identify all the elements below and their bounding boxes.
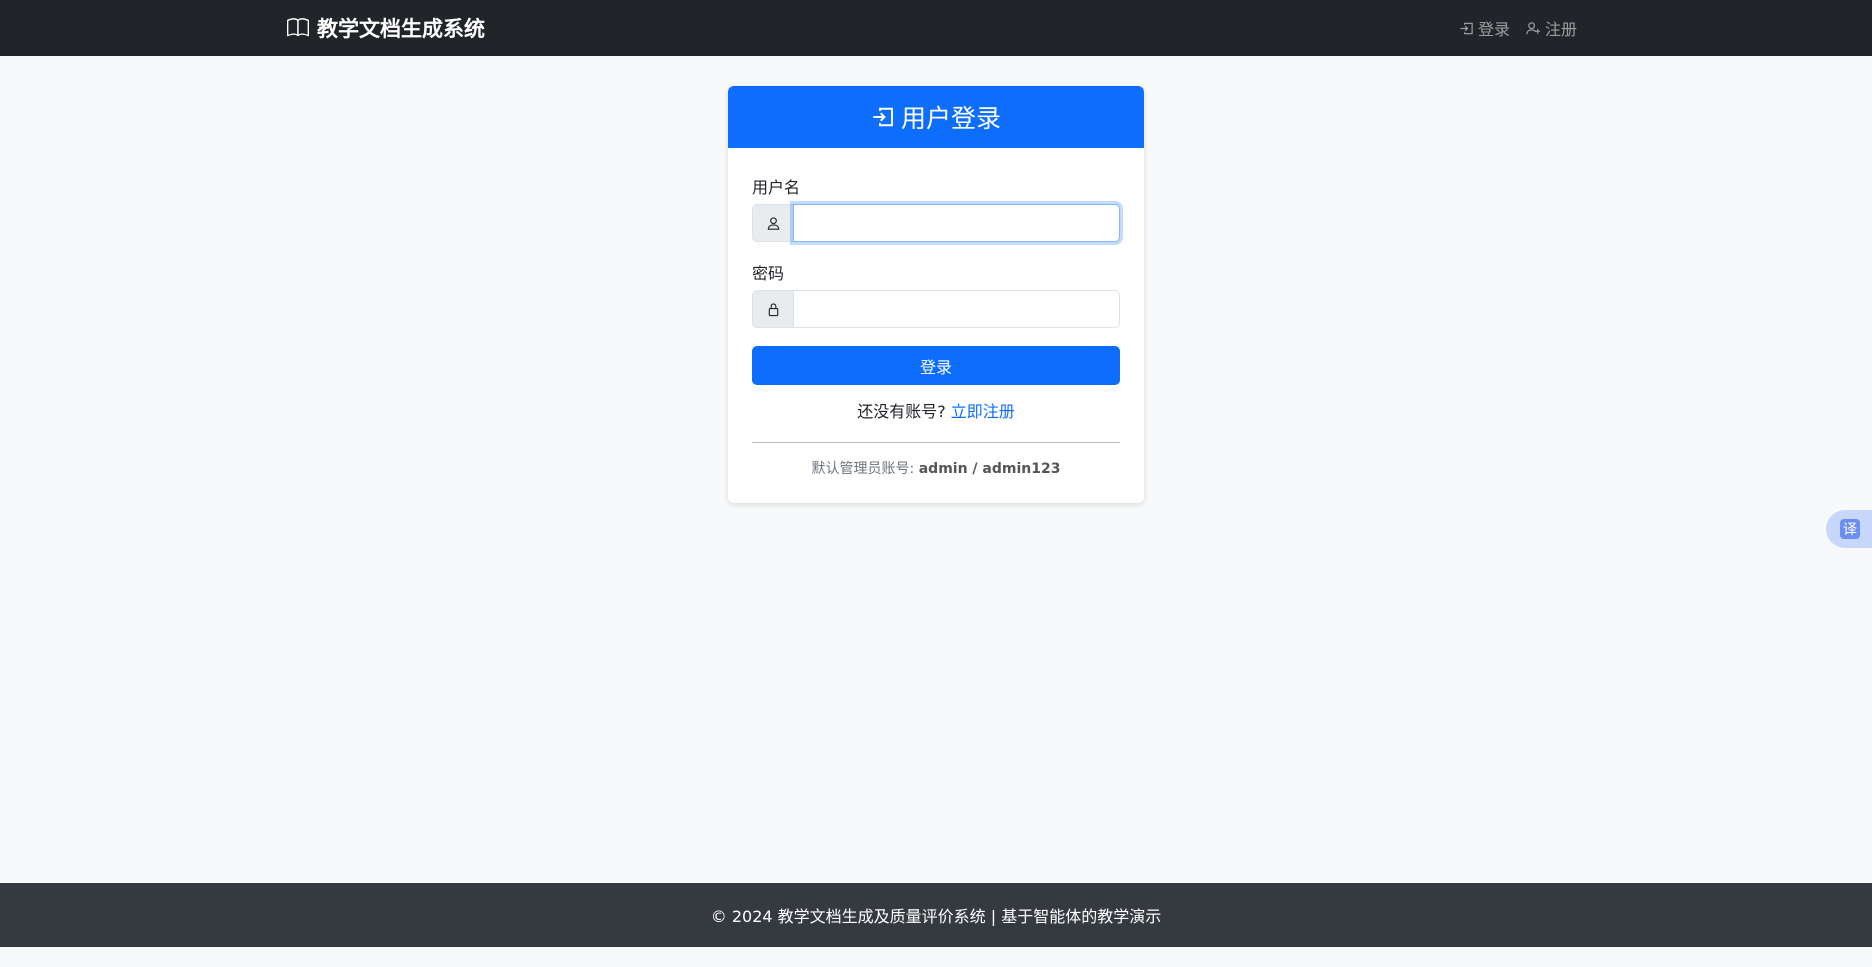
username-input[interactable]	[793, 204, 1120, 242]
password-addon	[752, 290, 793, 328]
login-button[interactable]: 登录	[752, 346, 1120, 385]
divider	[752, 442, 1120, 443]
nav-links: 登录 注册	[1459, 15, 1577, 41]
person-icon	[767, 216, 779, 230]
login-card: 用户登录 用户名 密码 登录 还没有账号? 立即注册 默认管理员账号: admi…	[728, 86, 1144, 503]
username-label: 用户名	[752, 178, 801, 197]
password-input[interactable]	[793, 290, 1120, 328]
username-input-group	[752, 204, 1120, 242]
book-icon	[287, 18, 309, 37]
lock-icon	[768, 302, 778, 316]
register-prompt: 还没有账号? 立即注册	[752, 398, 1120, 422]
register-prompt-text: 还没有账号?	[857, 402, 946, 421]
username-addon	[752, 204, 793, 242]
default-account-value: admin / admin123	[918, 461, 1061, 477]
default-account-label: 默认管理员账号:	[811, 461, 915, 477]
top-navbar: 教学文档生成系统 登录 注册	[0, 0, 1872, 56]
brand-link[interactable]: 教学文档生成系统	[287, 14, 485, 42]
nav-register-label: 注册	[1544, 20, 1577, 39]
register-link[interactable]: 立即注册	[951, 402, 1015, 421]
default-account-hint: 默认管理员账号: admin / admin123	[752, 458, 1120, 478]
login-icon	[1460, 22, 1473, 34]
login-title: 用户登录	[900, 104, 1001, 133]
password-input-group	[752, 290, 1120, 328]
translate-icon: 译	[1840, 519, 1860, 539]
nav-register-link[interactable]: 注册	[1526, 16, 1577, 40]
footer-text: © 2024 教学文档生成及质量评价系统 | 基于智能体的教学演示	[710, 907, 1162, 926]
password-label: 密码	[752, 264, 785, 283]
person-add-icon	[1526, 21, 1541, 34]
brand-title: 教学文档生成系统	[317, 17, 485, 41]
translate-button[interactable]: 译	[1826, 510, 1872, 548]
nav-login-link[interactable]: 登录	[1459, 16, 1510, 40]
nav-login-label: 登录	[1477, 20, 1510, 39]
footer: © 2024 教学文档生成及质量评价系统 | 基于智能体的教学演示	[0, 883, 1872, 947]
login-icon	[873, 107, 893, 127]
login-card-header: 用户登录	[728, 86, 1144, 148]
